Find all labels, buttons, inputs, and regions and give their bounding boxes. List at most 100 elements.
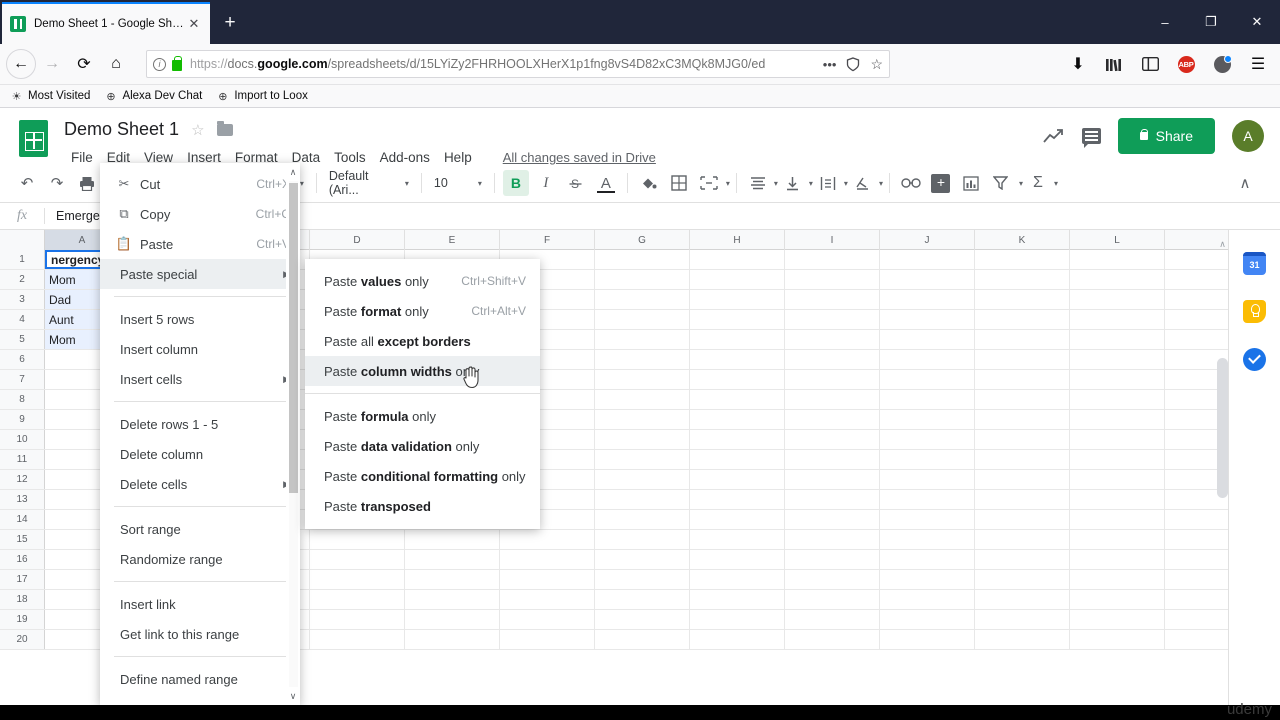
cell-I1[interactable] xyxy=(785,250,880,269)
cell-J16[interactable] xyxy=(880,550,975,569)
cell-L15[interactable] xyxy=(1070,530,1165,549)
row-header-9[interactable]: 9 xyxy=(0,410,45,429)
row-header-8[interactable]: 8 xyxy=(0,390,45,409)
cell-I5[interactable] xyxy=(785,330,880,349)
horizontal-align-icon[interactable] xyxy=(745,170,771,196)
cell-H17[interactable] xyxy=(690,570,785,589)
cell-K2[interactable] xyxy=(975,270,1070,289)
cell-J4[interactable] xyxy=(880,310,975,329)
cell-I2[interactable] xyxy=(785,270,880,289)
cell-J7[interactable] xyxy=(880,370,975,389)
cell-J2[interactable] xyxy=(880,270,975,289)
column-header-E[interactable]: E xyxy=(405,230,500,250)
text-wrap-icon[interactable] xyxy=(815,170,841,196)
cell-K1[interactable] xyxy=(975,250,1070,269)
cell-H19[interactable] xyxy=(690,610,785,629)
chevron-down-icon[interactable]: ▾ xyxy=(774,179,778,188)
row-header-5[interactable]: 5 xyxy=(0,330,45,349)
formula-input[interactable]: Emergen xyxy=(45,209,107,223)
insert-link-icon[interactable] xyxy=(898,170,924,196)
text-color-button[interactable]: A xyxy=(593,170,619,196)
cell-G10[interactable] xyxy=(595,430,690,449)
cell-K8[interactable] xyxy=(975,390,1070,409)
cell-G5[interactable] xyxy=(595,330,690,349)
row-header-19[interactable]: 19 xyxy=(0,610,45,629)
submenu-item-paste-all-except-borders[interactable]: Paste all except borders xyxy=(305,326,540,356)
cell-L10[interactable] xyxy=(1070,430,1165,449)
menu-item-sort-range[interactable]: Sort range xyxy=(100,514,300,544)
submenu-item-paste-formula-only[interactable]: Paste formula only xyxy=(305,401,540,431)
functions-icon[interactable]: Σ xyxy=(1025,170,1051,196)
row-header-18[interactable]: 18 xyxy=(0,590,45,609)
cell-I14[interactable] xyxy=(785,510,880,529)
cell-K16[interactable] xyxy=(975,550,1070,569)
bold-button[interactable]: B xyxy=(502,170,529,196)
cell-I16[interactable] xyxy=(785,550,880,569)
menu-item-insert-5-rows[interactable]: Insert 5 rows xyxy=(100,304,300,334)
cell-I17[interactable] xyxy=(785,570,880,589)
cell-L14[interactable] xyxy=(1070,510,1165,529)
cell-J10[interactable] xyxy=(880,430,975,449)
cell-E20[interactable] xyxy=(405,630,500,649)
cell-J3[interactable] xyxy=(880,290,975,309)
cell-D18[interactable] xyxy=(310,590,405,609)
page-info-icon[interactable]: i xyxy=(153,57,166,71)
close-tab-icon[interactable]: ✕ xyxy=(186,16,202,32)
cell-G12[interactable] xyxy=(595,470,690,489)
cell-G18[interactable] xyxy=(595,590,690,609)
merge-cells-icon[interactable] xyxy=(696,170,722,196)
cell-E15[interactable] xyxy=(405,530,500,549)
cell-I3[interactable] xyxy=(785,290,880,309)
menu-item-paste[interactable]: 📋 Paste Ctrl+V xyxy=(100,229,300,259)
cell-L8[interactable] xyxy=(1070,390,1165,409)
row-header-4[interactable]: 4 xyxy=(0,310,45,329)
cell-K18[interactable] xyxy=(975,590,1070,609)
back-icon[interactable]: ← xyxy=(6,49,36,79)
cell-J6[interactable] xyxy=(880,350,975,369)
cell-K7[interactable] xyxy=(975,370,1070,389)
row-header-1[interactable]: 1 xyxy=(0,250,45,269)
row-header-20[interactable]: 20 xyxy=(0,630,45,649)
scroll-down-icon[interactable]: ∨ xyxy=(286,689,300,703)
cell-E16[interactable] xyxy=(405,550,500,569)
cell-L18[interactable] xyxy=(1070,590,1165,609)
cell-L13[interactable] xyxy=(1070,490,1165,509)
cell-K3[interactable] xyxy=(975,290,1070,309)
cell-L4[interactable] xyxy=(1070,310,1165,329)
new-tab-button[interactable]: + xyxy=(216,10,244,36)
collapse-toolbar-icon[interactable]: ∧ xyxy=(1232,170,1258,196)
cell-J9[interactable] xyxy=(880,410,975,429)
column-header-D[interactable]: D xyxy=(310,230,405,250)
cell-G6[interactable] xyxy=(595,350,690,369)
strikethrough-button[interactable]: S xyxy=(563,170,589,196)
cell-K10[interactable] xyxy=(975,430,1070,449)
menu-item-delete-cells[interactable]: Delete cells▶ xyxy=(100,469,300,499)
sidebar-icon[interactable] xyxy=(1134,49,1166,79)
row-header-11[interactable]: 11 xyxy=(0,450,45,469)
submenu-item-paste-values-only[interactable]: Paste values only Ctrl+Shift+V xyxy=(305,266,540,296)
cell-J5[interactable] xyxy=(880,330,975,349)
comment-icon[interactable] xyxy=(1081,128,1101,148)
save-status[interactable]: All changes saved in Drive xyxy=(503,150,656,165)
cell-E18[interactable] xyxy=(405,590,500,609)
cell-I8[interactable] xyxy=(785,390,880,409)
submenu-item-paste-data-validation-only[interactable]: Paste data validation only xyxy=(305,431,540,461)
font-family-dropdown[interactable]: Default (Ari... ▾ xyxy=(323,169,415,197)
cell-H8[interactable] xyxy=(690,390,785,409)
cell-I11[interactable] xyxy=(785,450,880,469)
cell-K20[interactable] xyxy=(975,630,1070,649)
cell-H14[interactable] xyxy=(690,510,785,529)
print-icon[interactable] xyxy=(74,170,100,196)
cell-F20[interactable] xyxy=(500,630,595,649)
cell-I4[interactable] xyxy=(785,310,880,329)
cell-H10[interactable] xyxy=(690,430,785,449)
cell-E19[interactable] xyxy=(405,610,500,629)
borders-icon[interactable] xyxy=(666,170,692,196)
tasks-icon[interactable] xyxy=(1243,348,1266,371)
cell-H3[interactable] xyxy=(690,290,785,309)
italic-button[interactable]: I xyxy=(533,170,559,196)
chevron-down-icon[interactable]: ▾ xyxy=(726,179,730,188)
browser-menu-icon[interactable]: ☰ xyxy=(1242,49,1274,79)
row-header-12[interactable]: 12 xyxy=(0,470,45,489)
cell-K5[interactable] xyxy=(975,330,1070,349)
